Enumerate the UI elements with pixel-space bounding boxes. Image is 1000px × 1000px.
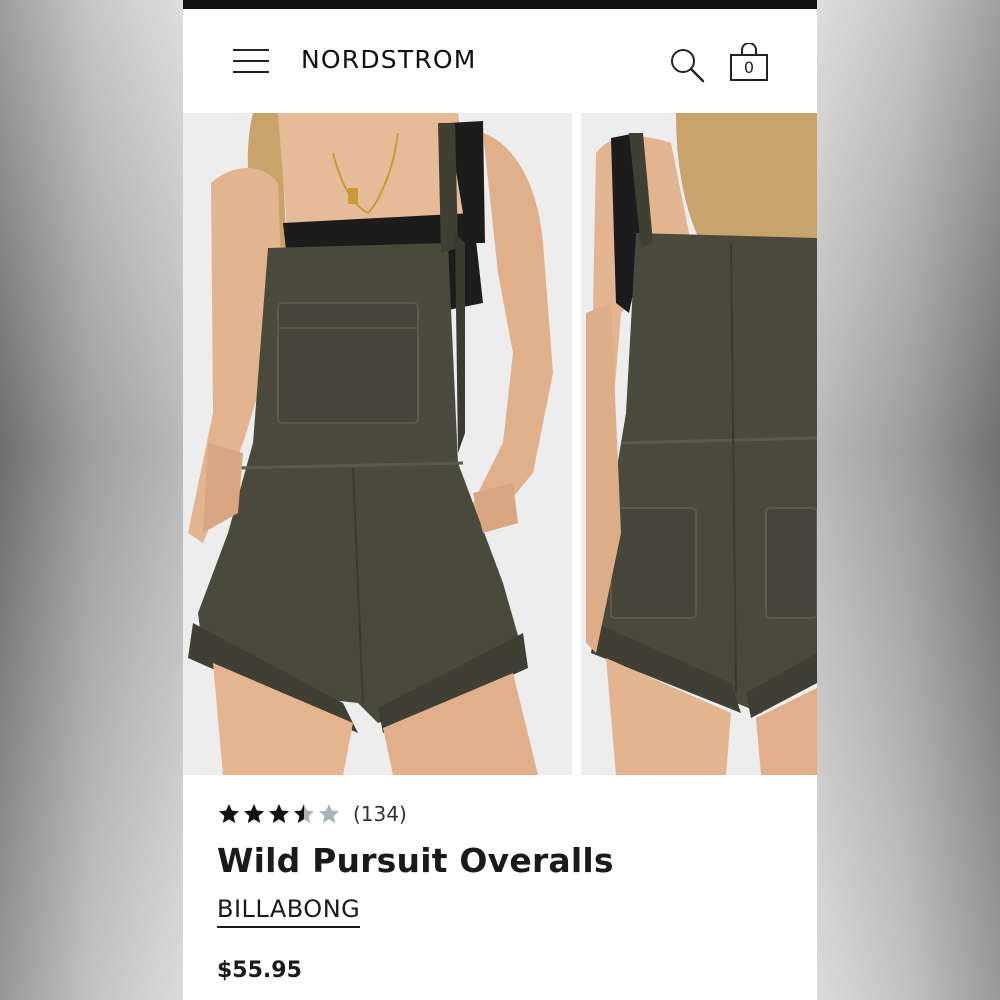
product-info: (134) Wild Pursuit Overalls BILLABONG $5…: [183, 775, 817, 1000]
brand-link[interactable]: BILLABONG: [217, 895, 361, 928]
product-gallery: [183, 113, 817, 775]
status-bar: [183, 0, 817, 9]
star-half-icon: [294, 804, 314, 823]
shopping-bag-icon[interactable]: 0: [728, 43, 770, 83]
site-header: NORDSTROM 0: [183, 9, 817, 113]
phone-screen: NORDSTROM 0 (134) Wild Pursuit Overalls …: [183, 0, 817, 1000]
product-title: Wild Pursuit Overalls: [217, 841, 614, 880]
search-icon[interactable]: [669, 47, 707, 85]
star-rating: [217, 802, 341, 826]
star-filled-icon: [269, 804, 289, 823]
hamburger-menu-icon[interactable]: [233, 47, 271, 77]
star-filled-icon: [244, 804, 264, 823]
review-count[interactable]: (134): [353, 802, 407, 826]
product-image-back[interactable]: [581, 113, 817, 775]
product-price: $55.95: [217, 958, 302, 983]
star-empty-icon: [319, 804, 339, 823]
bag-count: 0: [743, 58, 755, 77]
rating-summary[interactable]: (134): [217, 799, 407, 829]
star-filled-icon: [219, 804, 239, 823]
nordstrom-logo[interactable]: NORDSTROM: [301, 45, 477, 74]
product-image-front[interactable]: [183, 113, 572, 775]
